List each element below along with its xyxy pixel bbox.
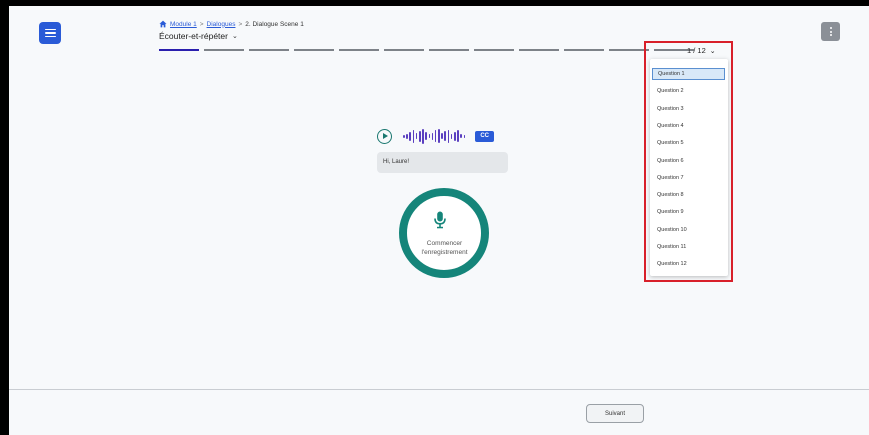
menu-button[interactable] bbox=[39, 22, 61, 44]
waveform-bar bbox=[434, 130, 437, 142]
progress-step bbox=[519, 49, 559, 51]
more-options-button[interactable] bbox=[821, 22, 840, 41]
record-label-line1: Commencer bbox=[426, 240, 463, 247]
waveform-bar bbox=[463, 134, 466, 138]
progress-step bbox=[384, 49, 424, 51]
activity-selector[interactable]: Écouter-et-répéter ⌄ bbox=[159, 31, 238, 41]
waveform-bar bbox=[441, 133, 443, 139]
record-button[interactable] bbox=[399, 188, 489, 278]
transcript-bubble: Hi, Laure! bbox=[377, 152, 508, 173]
chevron-down-icon: ⌄ bbox=[231, 33, 238, 40]
breadcrumb-separator: > bbox=[238, 20, 243, 28]
waveform-bar bbox=[409, 131, 411, 141]
waveform-bar bbox=[425, 132, 427, 140]
waveform-bar bbox=[415, 133, 418, 139]
app-window: Module 1 > Dialogues > 2. Dialogue Scene… bbox=[9, 6, 869, 435]
progress-step bbox=[474, 49, 514, 51]
record-label-line2: l'enregistrement bbox=[421, 249, 468, 256]
progress-step bbox=[609, 49, 649, 51]
breadcrumb: Module 1 > Dialogues > 2. Dialogue Scene… bbox=[159, 20, 304, 28]
waveform-bar bbox=[422, 128, 424, 144]
more-vertical-icon bbox=[829, 26, 832, 29]
breadcrumb-section-link[interactable]: Dialogues bbox=[207, 21, 236, 28]
waveform-icon bbox=[403, 128, 466, 144]
waveform-bar bbox=[454, 131, 456, 141]
play-icon bbox=[382, 133, 388, 139]
activity-title: Écouter-et-répéter bbox=[159, 31, 228, 41]
waveform-bar bbox=[444, 131, 447, 141]
progress-step bbox=[429, 49, 469, 51]
progress-steps bbox=[159, 48, 694, 51]
footer-divider bbox=[9, 389, 869, 390]
breadcrumb-current: 2. Dialogue Scene 1 bbox=[245, 20, 304, 28]
waveform-bar bbox=[403, 134, 405, 138]
home-icon[interactable] bbox=[159, 20, 167, 28]
play-button[interactable] bbox=[377, 128, 392, 144]
annotation-highlight-box bbox=[644, 41, 733, 282]
waveform-bar bbox=[412, 129, 415, 143]
record-label: Commencer l'enregistrement bbox=[404, 239, 485, 257]
waveform-bar bbox=[438, 129, 440, 143]
waveform-bar bbox=[406, 133, 408, 139]
audio-controls: CC bbox=[377, 128, 495, 144]
closed-captions-button[interactable]: CC bbox=[475, 130, 495, 142]
waveform-bar bbox=[460, 134, 462, 138]
microphone-icon bbox=[434, 211, 446, 229]
menu-icon bbox=[44, 28, 56, 38]
waveform-bar bbox=[450, 133, 453, 139]
next-button[interactable]: Suivant bbox=[586, 404, 644, 423]
waveform-bar bbox=[457, 130, 459, 142]
waveform-bar bbox=[418, 130, 421, 142]
progress-step bbox=[564, 49, 604, 51]
waveform-bar bbox=[431, 132, 434, 140]
breadcrumb-module-link[interactable]: Module 1 bbox=[170, 21, 197, 28]
waveform-bar bbox=[447, 129, 450, 143]
waveform-bar bbox=[428, 134, 431, 138]
breadcrumb-separator: > bbox=[199, 20, 204, 28]
progress-step bbox=[339, 49, 379, 51]
progress-step bbox=[159, 48, 199, 51]
progress-step bbox=[249, 49, 289, 51]
progress-step bbox=[204, 49, 244, 51]
progress-step bbox=[294, 49, 334, 51]
